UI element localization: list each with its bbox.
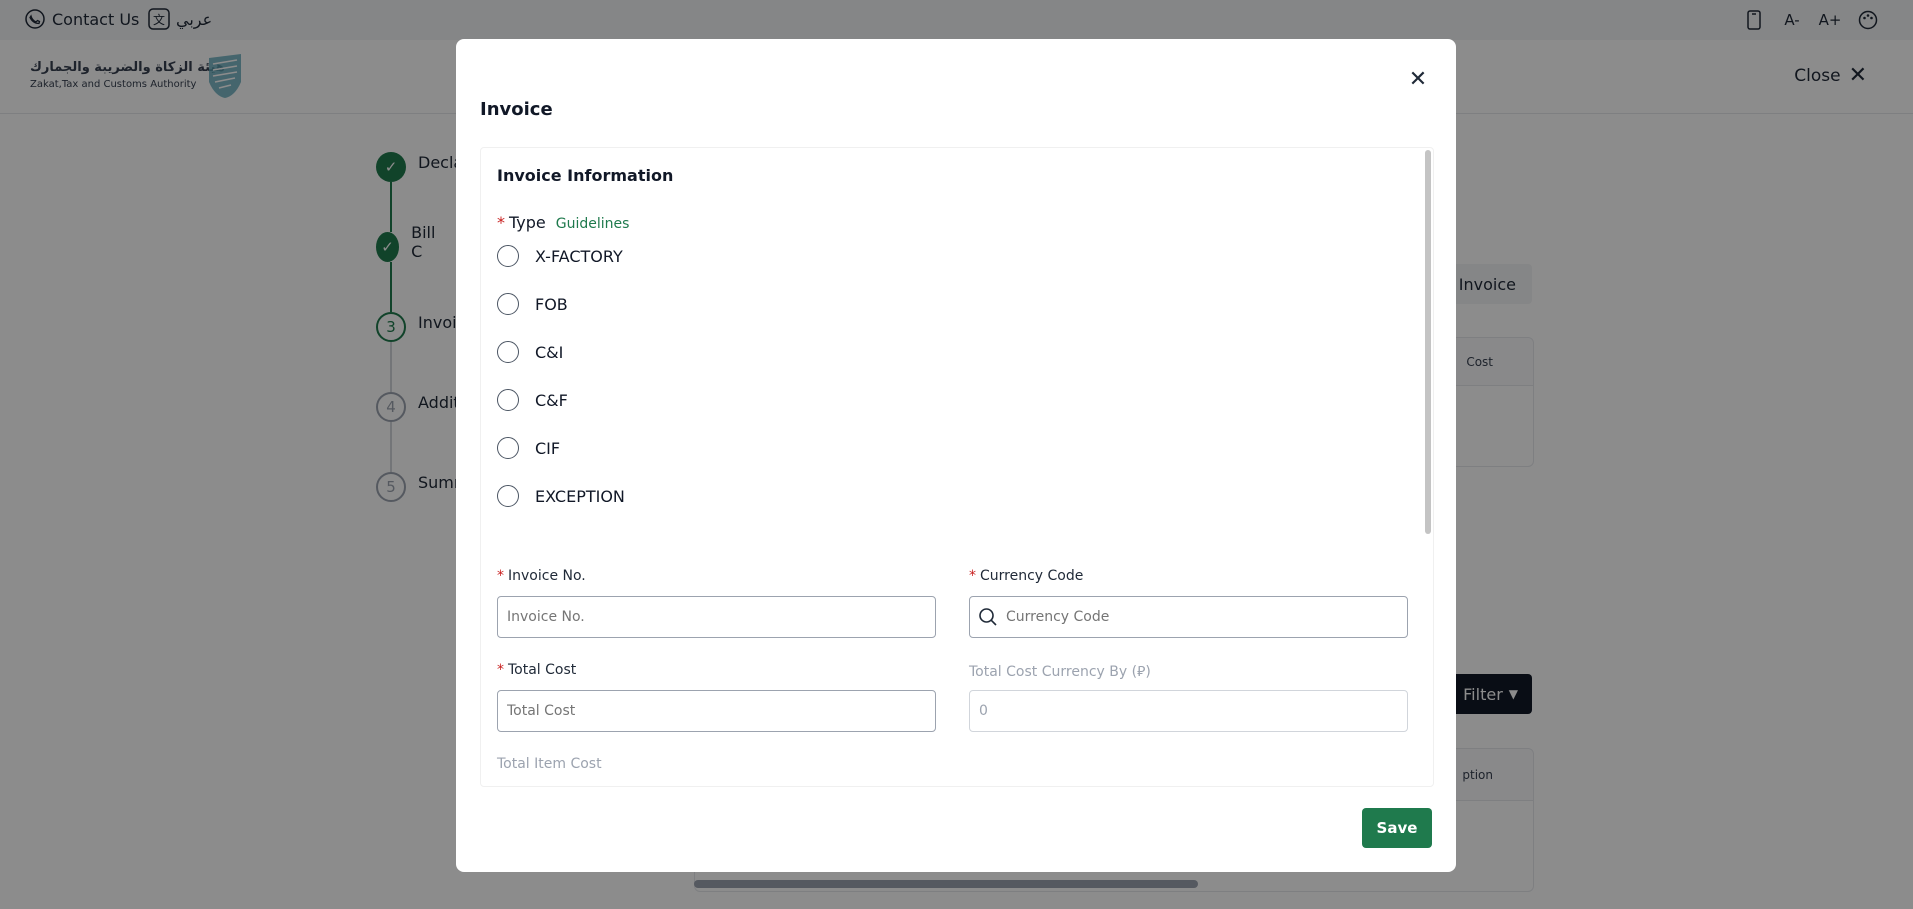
total-cost-label-text: Total Cost (508, 662, 577, 678)
currency-code-label-text: Currency Code (980, 568, 1084, 584)
type-label: Type (509, 213, 546, 232)
type-field-label: * Type Guidelines (497, 213, 629, 232)
modal-scrollbar[interactable] (1425, 150, 1431, 534)
invoice-no-label: * Invoice No. (497, 568, 586, 584)
total-item-cost-label: Total Item Cost (497, 756, 602, 772)
radio-cif[interactable]: CIF (497, 437, 560, 459)
total-cost-label: * Total Cost (497, 662, 576, 678)
radio-label: CIF (535, 438, 561, 458)
modal-close-button[interactable]: ✕ (1404, 65, 1432, 93)
radio-label: EXCEPTION (535, 486, 625, 506)
radio-circle[interactable] (497, 485, 519, 507)
radio-label: X-FACTORY (535, 246, 623, 266)
radio-c-and-f[interactable]: C&F (497, 389, 568, 411)
total-cost-currency-label: Total Cost Currency By (⃁) (969, 664, 1151, 680)
search-icon (978, 607, 998, 627)
radio-x-factory[interactable]: X-FACTORY (497, 245, 623, 267)
radio-circle[interactable] (497, 437, 519, 459)
radio-circle[interactable] (497, 293, 519, 315)
radio-c-and-i[interactable]: C&I (497, 341, 563, 363)
invoice-no-input[interactable] (497, 596, 936, 638)
invoice-modal: ✕ Invoice Invoice Information * Type Gui… (456, 39, 1456, 872)
currency-code-label: * Currency Code (969, 568, 1083, 584)
save-button[interactable]: Save (1362, 808, 1432, 848)
radio-fob[interactable]: FOB (497, 293, 568, 315)
close-icon: ✕ (1408, 66, 1428, 92)
required-mark: * (497, 568, 504, 584)
required-mark: * (969, 568, 976, 584)
invoice-no-label-text: Invoice No. (508, 568, 586, 584)
radio-exception[interactable]: EXCEPTION (497, 485, 625, 507)
modal-body: Invoice Information * Type Guidelines X-… (480, 147, 1434, 787)
required-mark: * (497, 662, 504, 678)
currency-code-input[interactable] (969, 596, 1408, 638)
radio-label: C&I (535, 342, 564, 362)
radio-circle[interactable] (497, 341, 519, 363)
total-cost-currency-input (969, 690, 1408, 732)
radio-circle[interactable] (497, 389, 519, 411)
total-cost-input[interactable] (497, 690, 936, 732)
required-mark: * (497, 213, 505, 232)
modal-title: Invoice (480, 99, 553, 120)
guidelines-link[interactable]: Guidelines (556, 216, 630, 232)
radio-circle[interactable] (497, 245, 519, 267)
section-title: Invoice Information (497, 166, 674, 185)
radio-label: C&F (535, 390, 568, 410)
radio-label: FOB (535, 294, 568, 314)
